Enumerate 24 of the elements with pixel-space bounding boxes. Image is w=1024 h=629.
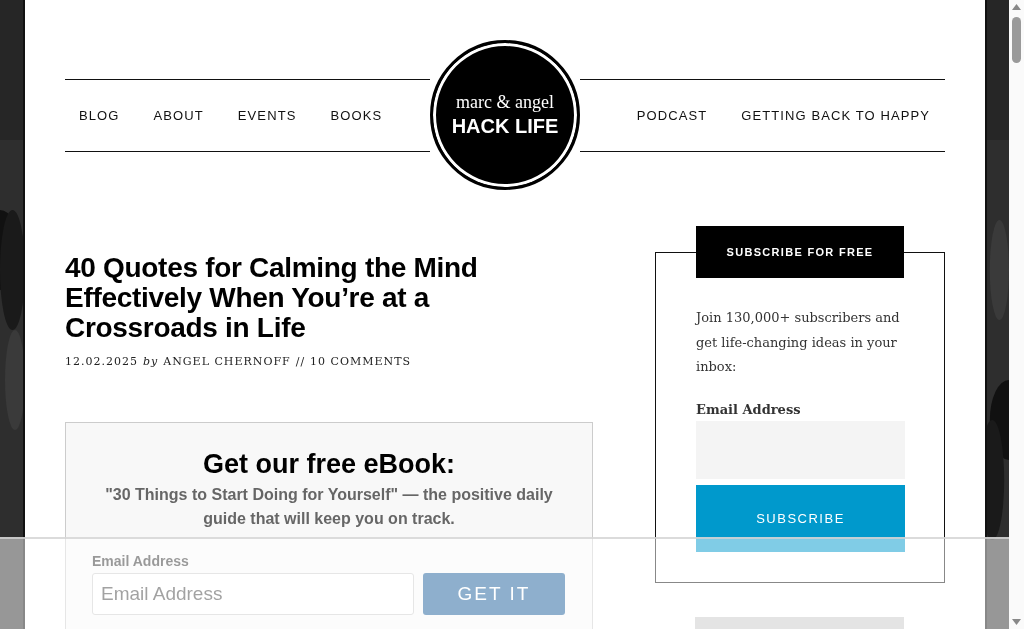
email-field[interactable]: Email Address (92, 573, 414, 615)
nav-link[interactable]: BLOG (79, 107, 120, 123)
nav-link[interactable]: ABOUT (153, 107, 204, 123)
separator: // (295, 355, 306, 368)
scroll-down-icon[interactable] (1012, 619, 1021, 625)
subscribe-text: Join 130,000+ subscribers and get life-changing ideas in your inbox: (696, 309, 901, 376)
by-label: by (143, 355, 159, 368)
scrollbar[interactable] (1009, 0, 1024, 629)
nav-link[interactable]: BOOKS (330, 107, 383, 123)
nav-link[interactable]: PODCAST (636, 107, 708, 123)
email-label: Email Address (696, 401, 802, 417)
logo[interactable]: marc & angel HACK LIFE (430, 40, 580, 190)
nav-link[interactable]: GETTING BACK TO HAPPY (741, 107, 930, 123)
scroll-up-icon[interactable] (1012, 4, 1021, 10)
subscribe-heading: SUBSCRIBE FOR FREE (696, 226, 904, 278)
scroll-thumb[interactable] (1012, 17, 1021, 63)
nav-link[interactable]: EVENTS (237, 107, 297, 123)
email-label: Email Address (92, 553, 189, 569)
ebook-description: "30 Things to Start Doing for Yourself" — the positive daily guide that will keep you on track. (104, 485, 554, 529)
post-date: 12.02.2025 (65, 355, 138, 368)
comments-link[interactable]: 10 COMMENTS (310, 355, 412, 368)
ebook-heading: Get our free eBook: (202, 448, 455, 481)
author-link[interactable]: ANGEL CHERNOFF (163, 355, 291, 368)
post-title: 40 Quotes for Calming the Mind Effectively When You’re at a Crossroads in Life (65, 253, 479, 343)
